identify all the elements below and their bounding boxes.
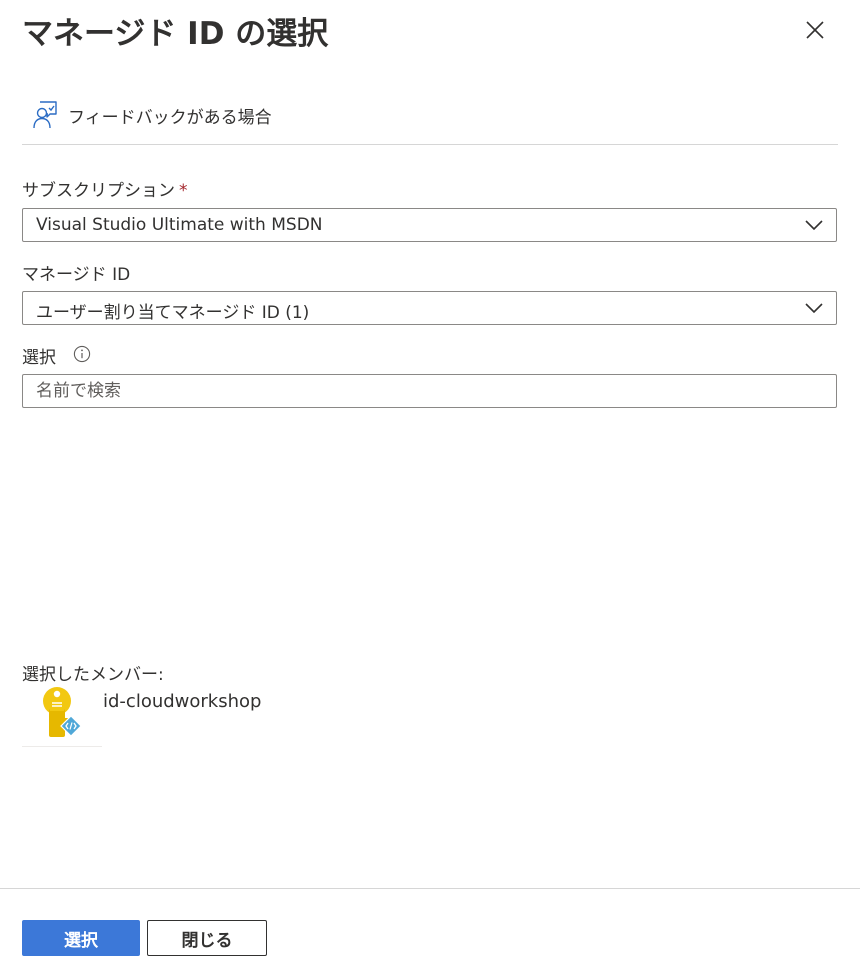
selected-member-item[interactable]	[22, 684, 102, 747]
select-label: 選択	[22, 348, 56, 368]
search-input[interactable]	[23, 375, 836, 407]
panel-title: マネージド ID の選択	[22, 16, 329, 52]
subscription-dropdown[interactable]: Visual Studio Ultimate with MSDN	[22, 208, 837, 242]
info-icon[interactable]	[73, 345, 91, 363]
managed-identity-label: マネージド ID	[22, 265, 131, 285]
feedback-link[interactable]: フィードバックがある場合	[30, 100, 272, 130]
select-button[interactable]: 選択	[22, 920, 140, 956]
close-icon[interactable]	[801, 16, 829, 44]
subscription-label: サブスクリプション *	[22, 176, 188, 201]
chevron-down-icon	[805, 220, 823, 231]
feedback-label: フィードバックがある場合	[68, 107, 272, 128]
selected-member-name: id-cloudworkshop	[103, 691, 262, 712]
chevron-down-icon	[805, 303, 823, 314]
header-divider	[22, 144, 838, 145]
subscription-label-text: サブスクリプション	[22, 181, 175, 201]
selected-members-label: 選択したメンバー:	[22, 665, 164, 685]
managed-identity-panel: マネージド ID の選択 フィードバックがある場合 サブスクリプション * Vis…	[0, 0, 860, 979]
footer-divider	[0, 888, 860, 889]
managed-identity-key-icon	[43, 687, 82, 737]
close-button[interactable]: 閉じる	[147, 920, 267, 956]
required-mark: *	[179, 181, 188, 201]
managed-identity-value: ユーザー割り当てマネージド ID (1)	[36, 303, 310, 323]
feedback-person-icon	[33, 101, 57, 129]
managed-identity-dropdown[interactable]: ユーザー割り当てマネージド ID (1)	[22, 291, 837, 325]
search-field[interactable]	[22, 374, 837, 408]
subscription-value: Visual Studio Ultimate with MSDN	[36, 215, 323, 235]
